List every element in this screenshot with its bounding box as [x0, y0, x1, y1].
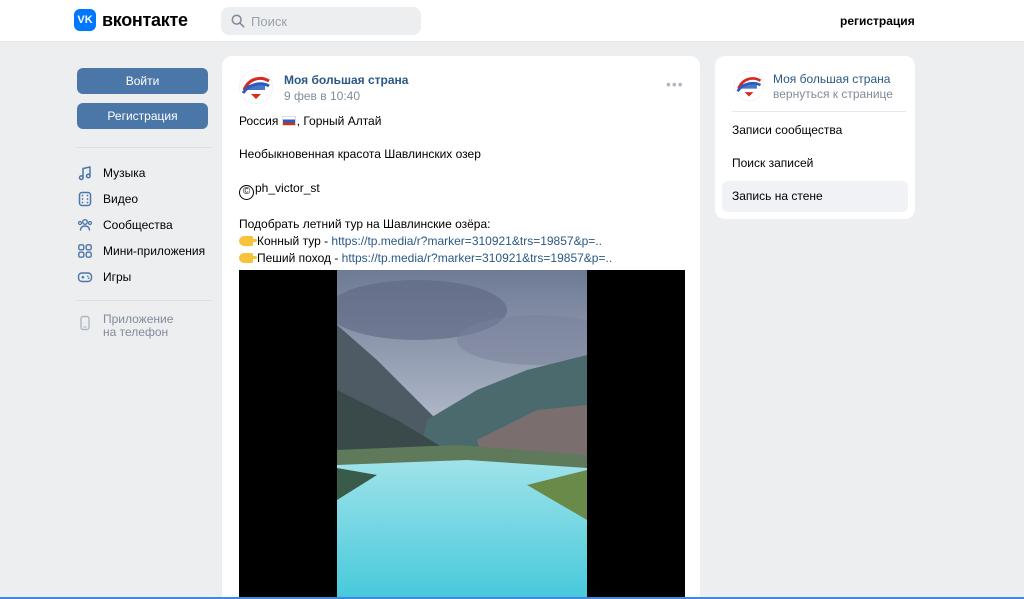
search-posts-item[interactable]: Поиск записей [722, 148, 908, 179]
sidebar-item-music[interactable]: Музыка [77, 160, 212, 186]
video-thumbnail [337, 270, 587, 599]
music-icon [78, 166, 91, 181]
search-input[interactable] [251, 13, 401, 29]
sidebar-item-mini-apps[interactable]: Мини-приложения [77, 238, 212, 264]
post-location-region: , Горный Алтай [296, 114, 382, 128]
sidebar-item-games[interactable]: Игры [77, 264, 212, 290]
community-logo-icon [734, 71, 764, 101]
sidebar-item-label: Музыка [103, 166, 146, 180]
wall-post: Моя большая страна 9 фев в 10:40 ••• Рос… [222, 56, 700, 599]
pointing-hand-icon [239, 236, 257, 247]
post-line-description: Необыкновенная красота Шавлинских озер [239, 147, 481, 162]
sidebar-item-communities[interactable]: Сообщества [77, 212, 212, 238]
video-player[interactable] [239, 270, 685, 599]
community-logo-icon [239, 70, 273, 104]
community-avatar[interactable] [239, 70, 273, 104]
wall-post-item[interactable]: Запись на стене [722, 181, 908, 212]
tour-label: Пеший поход - [257, 250, 342, 265]
post-text: Россия , Горный Алтай Необыкновенная кра… [239, 113, 679, 267]
top-header: VK вконтакте регистрация [0, 0, 1024, 42]
pointing-hand-icon [239, 252, 257, 263]
logo-text: вконтакте [102, 9, 188, 30]
post-line-credit: © ph_victor_st [239, 180, 679, 200]
sidebar-divider [77, 300, 212, 301]
sidebar-item-label: Видео [103, 192, 139, 206]
credit-text: ph_victor_st [255, 180, 320, 195]
copyright-icon: © [239, 184, 254, 200]
sidebar-item-video[interactable]: Видео [77, 186, 212, 212]
sidebar-divider [77, 147, 212, 148]
community-avatar-small[interactable] [734, 71, 764, 101]
search-box[interactable] [221, 7, 421, 35]
phone-icon [80, 315, 90, 331]
gamepad-icon [77, 272, 93, 283]
register-link[interactable]: регистрация [840, 14, 915, 28]
more-options-icon[interactable]: ••• [666, 76, 684, 92]
tour-label: Конный тур - [257, 234, 332, 249]
mini-apps-icon [78, 244, 92, 258]
post-line-tours: Подобрать летний тур на Шавлинские озёра… [239, 217, 491, 232]
vk-logo[interactable]: VK вконтакте [74, 9, 188, 31]
sidebar-item-label: Игры [103, 270, 132, 284]
tour-line-hike: Пеший поход - https://tp.media/r?marker=… [239, 250, 679, 267]
post-line-location: Россия , Горный Алтай [239, 113, 679, 130]
video-icon [78, 191, 92, 207]
card-divider [732, 111, 906, 112]
russia-flag-icon [281, 116, 296, 126]
sidebar-item-label: Сообщества [103, 218, 173, 232]
community-title-link[interactable]: Моя большая страна [773, 72, 890, 86]
sidebar-item-mobile-app[interactable]: Приложение на телефон [77, 313, 212, 339]
post-location-country: Россия [239, 114, 282, 128]
back-to-page-link[interactable]: вернуться к странице [773, 87, 893, 101]
tour-link-horse[interactable]: https://tp.media/r?marker=310921&trs=198… [331, 234, 602, 248]
left-sidebar: Войти Регистрация Музыка Видео Сообществ… [77, 68, 212, 339]
communities-icon [77, 219, 93, 231]
app-label-line2: на телефон [103, 325, 169, 339]
post-author-link[interactable]: Моя большая страна [284, 73, 408, 87]
sidebar-item-label: Мини-приложения [103, 244, 206, 258]
vk-logo-icon: VK [74, 9, 96, 31]
tour-line-horse: Конный тур - https://tp.media/r?marker=3… [239, 233, 679, 250]
search-icon [231, 14, 245, 28]
login-button[interactable]: Войти [77, 68, 208, 94]
community-nav-card: Моя большая страна вернуться к странице … [715, 56, 915, 219]
post-date[interactable]: 9 фев в 10:40 [284, 89, 360, 103]
tour-link-hike[interactable]: https://tp.media/r?marker=310921&trs=198… [342, 251, 613, 265]
community-posts-item[interactable]: Записи сообщества [722, 115, 908, 146]
register-button[interactable]: Регистрация [77, 103, 208, 129]
